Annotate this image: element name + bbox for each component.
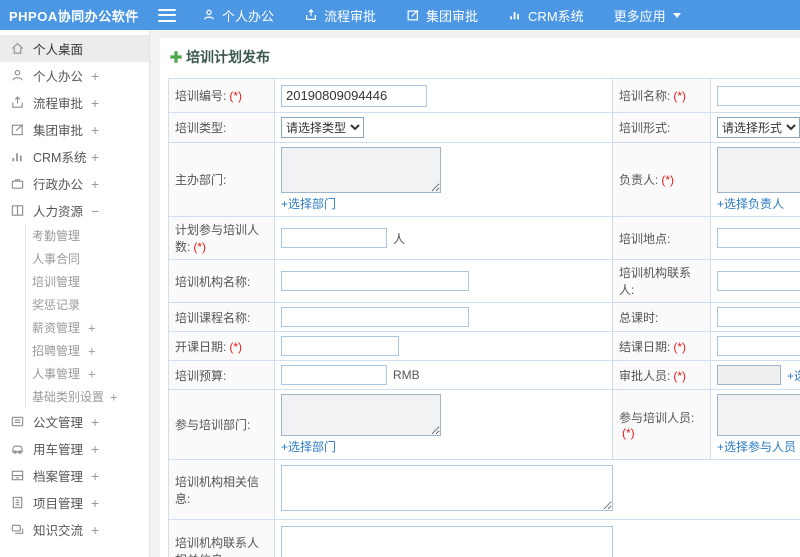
training-name-input[interactable] [717, 85, 800, 106]
user-icon [204, 9, 214, 20]
course-name-input[interactable] [281, 307, 469, 327]
approver-input[interactable] [717, 365, 781, 385]
participate-dept-textarea[interactable] [281, 394, 441, 436]
sidebar-subitem-training[interactable]: 培训管理 [26, 270, 149, 293]
hr-submenu: 考勤管理 人事合同 培训管理 奖惩记录 薪资管理 + 招聘管理 + 人事管理 + 基础… [25, 224, 149, 408]
flow-icon [306, 9, 317, 20]
approve-icon [10, 122, 25, 137]
top-nav: 个人办公 流程审批 集团审批 CRM系统 更多应用 [202, 6, 711, 25]
leader-textarea[interactable] [717, 147, 800, 193]
doc-icon [10, 414, 25, 429]
sidebar-item-crm[interactable]: CRM系统 + [0, 143, 149, 170]
form-panel: 培训计划发布 培训编号:(*) 培训名称:(*) 培训类型: 请选择类型 培训形… [160, 38, 800, 557]
topnav-personal-office[interactable]: 个人办公 [202, 6, 274, 25]
flow-icon [10, 95, 25, 110]
select-leader-link[interactable]: +选择负责人 [717, 195, 784, 212]
planned-count-input[interactable] [281, 228, 387, 248]
select-participate-dept-link[interactable]: +选择部门 [281, 438, 336, 455]
end-date-input[interactable] [717, 336, 800, 356]
topnav-crm[interactable]: CRM系统 [508, 6, 584, 25]
sidebar-item-hr[interactable]: 人力资源 − [0, 197, 149, 224]
host-dept-textarea[interactable] [281, 147, 441, 193]
page-title: 培训计划发布 [170, 47, 800, 67]
start-date-input[interactable] [281, 336, 399, 356]
sidebar-item-flow-approval[interactable]: 流程审批 + [0, 89, 149, 116]
sidebar-item-knowledge[interactable]: 知识交流 + [0, 516, 149, 543]
select-dept-link[interactable]: +选择部门 [281, 195, 336, 212]
topnav-group-approval[interactable]: 集团审批 [406, 6, 478, 25]
sidebar-subitem-recruit[interactable]: 招聘管理 + [26, 339, 149, 362]
sidebar-subitem-salary[interactable]: 薪资管理 + [26, 316, 149, 339]
user-icon [10, 68, 25, 83]
briefcase-icon [10, 176, 25, 191]
org-contact-input[interactable] [717, 271, 800, 291]
sidebar-item-official-doc[interactable]: 公文管理 + [0, 408, 149, 435]
hamburger-menu-icon[interactable] [158, 8, 176, 22]
caret-down-icon [672, 12, 681, 18]
home-icon [10, 41, 25, 56]
sidebar-subitem-base-category[interactable]: 基础类别设置 + [26, 385, 149, 408]
training-type-select[interactable]: 请选择类型 [281, 117, 364, 138]
sidebar-item-vehicle[interactable]: 用车管理 + [0, 435, 149, 462]
budget-input[interactable] [281, 365, 387, 385]
training-place-input[interactable] [717, 228, 800, 248]
sidebar-subitem-reward[interactable]: 奖惩记录 [26, 293, 149, 316]
sidebar: 个人桌面 个人办公 + 流程审批 + 集团审批 + CRM系统 + 行政办公 + [0, 30, 150, 557]
org-info-textarea[interactable] [281, 465, 613, 511]
sidebar-subitem-attendance[interactable]: 考勤管理 [26, 224, 149, 247]
org-contact-info-textarea[interactable] [281, 526, 613, 557]
org-name-input[interactable] [281, 271, 469, 291]
participate-staff-textarea[interactable] [717, 394, 800, 436]
top-bar: PHPOA协同办公软件 个人办公 流程审批 集团审批 CRM系统 更多应用 [0, 0, 800, 30]
project-icon [10, 495, 25, 510]
select-participate-staff-link[interactable]: +选择参与人员 [717, 438, 796, 455]
sidebar-item-project[interactable]: 项目管理 + [0, 489, 149, 516]
car-icon [10, 441, 25, 456]
topnav-more-apps[interactable]: 更多应用 [614, 6, 681, 25]
sidebar-item-archive[interactable]: 档案管理 + [0, 462, 149, 489]
sidebar-item-group-approval[interactable]: 集团审批 + [0, 116, 149, 143]
topnav-flow-approval[interactable]: 流程审批 [304, 6, 376, 25]
select-approver-link[interactable]: +选择审批人员 [787, 367, 800, 384]
training-number-input[interactable] [281, 84, 427, 107]
training-mode-select[interactable]: 请选择形式 [717, 117, 800, 138]
crm-icon [10, 149, 25, 164]
add-icon [170, 51, 182, 63]
archive-icon [10, 468, 25, 483]
main-content: 培训计划发布 培训编号:(*) 培训名称:(*) 培训类型: 请选择类型 培训形… [150, 30, 800, 557]
app-logo: PHPOA协同办公软件 [9, 8, 139, 24]
training-plan-form: 培训编号:(*) 培训名称:(*) 培训类型: 请选择类型 培训形式: 请选择形… [168, 78, 800, 557]
sidebar-subitem-contract[interactable]: 人事合同 [26, 247, 149, 270]
chat-icon [10, 522, 25, 537]
total-hours-input[interactable] [717, 307, 800, 327]
sidebar-item-admin-office[interactable]: 行政办公 + [0, 170, 149, 197]
hr-icon [10, 203, 25, 218]
sidebar-item-personal-office[interactable]: 个人办公 + [0, 62, 149, 89]
sidebar-subitem-personnel[interactable]: 人事管理 + [26, 362, 149, 385]
sidebar-item-personal-desktop[interactable]: 个人桌面 [0, 35, 149, 62]
approve-icon [407, 9, 419, 21]
crm-icon [510, 11, 519, 20]
